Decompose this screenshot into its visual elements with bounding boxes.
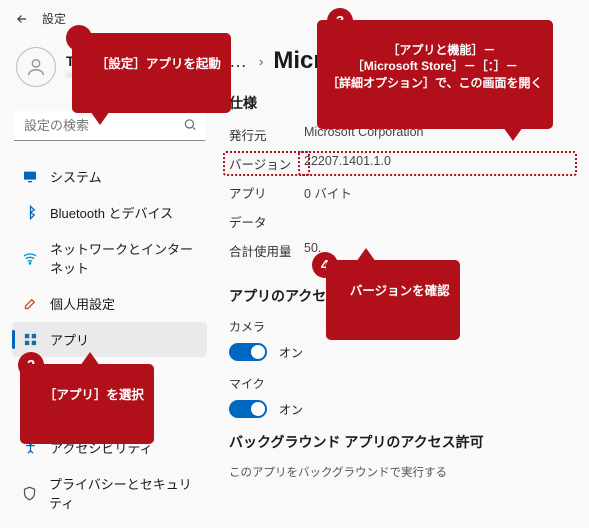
- callout-4-bubble: バージョンを確認: [326, 260, 460, 340]
- spec-total-label: 合計使用量: [229, 241, 304, 260]
- spec-total-value: 50.: [304, 241, 571, 260]
- spec-app-label: アプリ: [229, 183, 304, 202]
- titlebar-title: 設定: [42, 10, 66, 27]
- brush-icon: [22, 296, 38, 312]
- sidebar-item-personalization[interactable]: 個人用設定: [12, 286, 207, 321]
- permission-mic-label: マイク: [229, 375, 571, 392]
- bluetooth-icon: [22, 205, 38, 221]
- display-icon: [22, 169, 38, 185]
- callout-4: 4 バージョンを確認: [326, 260, 460, 340]
- spec-version-label: バージョン: [223, 151, 310, 176]
- callout-1: 1 ［設定］アプリを起動: [72, 33, 231, 113]
- spec-version-value: 22207.1401.1.0: [298, 151, 577, 176]
- sidebar-item-apps[interactable]: アプリ: [12, 322, 207, 357]
- sidebar-item-label: プライバシーとセキュリティ: [49, 474, 197, 512]
- breadcrumb-overflow[interactable]: …: [229, 51, 249, 72]
- spec-data-label: データ: [229, 212, 304, 231]
- permission-camera-state: オン: [279, 344, 303, 361]
- sidebar-item-label: システム: [50, 167, 102, 186]
- callout-2-bubble: ［アプリ］を選択: [20, 364, 154, 444]
- apps-icon: [22, 332, 38, 348]
- spec-data-value: [304, 212, 571, 231]
- background-heading: バックグラウンド アプリのアクセス許可: [229, 432, 571, 452]
- callout-1-bubble: ［設定］アプリを起動: [72, 33, 231, 113]
- sidebar-item-network[interactable]: ネットワークとインターネット: [12, 231, 207, 285]
- wifi-icon: [22, 250, 38, 266]
- permission-mic-state: オン: [279, 401, 303, 418]
- avatar: [16, 47, 56, 87]
- toggle-mic[interactable]: [229, 400, 267, 418]
- sidebar-item-label: ネットワークとインターネット: [50, 239, 197, 277]
- search-icon: [183, 118, 197, 135]
- sidebar-item-label: Bluetooth とデバイス: [50, 203, 173, 222]
- callout-2-text: ［アプリ］を選択: [44, 388, 144, 402]
- callout-3-bubble: ［アプリと機能］－ ［Microsoft Store］－［：］－ ［詳細オプショ…: [317, 20, 553, 129]
- callout-1-text: ［設定］アプリを起動: [96, 57, 221, 71]
- callout-3-text: ［アプリと機能］－ ［Microsoft Store］－［：］－ ［詳細オプショ…: [327, 43, 543, 89]
- shield-icon: [22, 485, 37, 501]
- callout-2: 2 ［アプリ］を選択: [20, 364, 154, 444]
- spec-table: 発行元 Microsoft Corporation バージョン 22207.14…: [229, 125, 571, 260]
- toggle-camera[interactable]: [229, 343, 267, 361]
- sidebar-item-label: 個人用設定: [50, 294, 115, 313]
- background-description: このアプリをバックグラウンドで実行する: [229, 464, 571, 480]
- sidebar-item-label: アプリ: [50, 330, 89, 349]
- spec-publisher-label: 発行元: [229, 125, 304, 144]
- back-icon[interactable]: [14, 11, 30, 27]
- sidebar-item-system[interactable]: システム: [12, 159, 207, 194]
- chevron-right-icon: ›: [259, 54, 263, 69]
- sidebar-item-windows-update[interactable]: Windows Update: [12, 521, 207, 528]
- callout-3: 3 ［アプリと機能］－ ［Microsoft Store］－［：］－ ［詳細オプ…: [317, 20, 553, 129]
- sidebar-item-bluetooth[interactable]: Bluetooth とデバイス: [12, 195, 207, 230]
- permission-mic: マイク オン: [229, 375, 571, 418]
- sidebar-item-privacy[interactable]: プライバシーとセキュリティ: [12, 466, 207, 520]
- nav: システム Bluetooth とデバイス ネットワークとインターネット 個人用設…: [12, 159, 207, 528]
- spec-app-value: 0 バイト: [304, 183, 571, 202]
- callout-4-text: バージョンを確認: [350, 284, 450, 298]
